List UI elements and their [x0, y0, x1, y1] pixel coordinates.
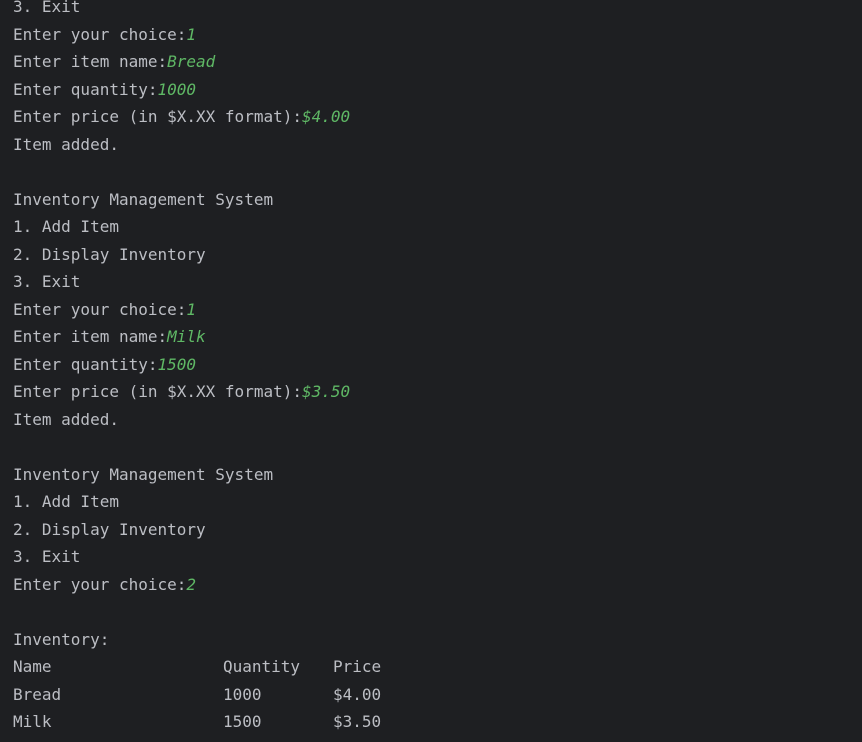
- quantity-prompt: Enter quantity:: [13, 354, 158, 374]
- run-console[interactable]: 3. Exit Enter your choice:1 Enter item n…: [0, 0, 862, 742]
- user-input: 2: [186, 574, 197, 594]
- choice-line: Enter your choice:1: [13, 296, 381, 324]
- choice-prompt: Enter your choice:: [13, 24, 187, 44]
- choice-prompt: Enter your choice:: [13, 299, 187, 319]
- user-input: $4.00: [301, 107, 351, 126]
- result-line: Item added.: [13, 134, 119, 154]
- row-name: Milk: [13, 712, 52, 731]
- user-input: Bread: [167, 52, 216, 71]
- menu-add-line: 1. Add Item: [13, 217, 119, 236]
- menu-exit-line: 3. Exit: [13, 272, 81, 291]
- menu-exit-line: 3. Exit: [13, 547, 81, 566]
- menu-exit-line: 3. Exit: [13, 0, 81, 16]
- row-price: $3.50: [333, 712, 382, 731]
- price-prompt: Enter price (in $X.XX format):: [13, 107, 302, 126]
- row-quantity: 1500: [223, 712, 262, 731]
- choice-line: Enter your choice:2: [13, 571, 381, 599]
- inventory-title: Inventory:: [13, 629, 110, 649]
- quantity-line: Enter quantity:1500: [13, 351, 381, 379]
- row-name: Bread: [13, 684, 62, 704]
- header-quantity: Quantity: [223, 657, 301, 676]
- user-input: 1: [186, 24, 197, 44]
- choice-line: Enter your choice:1: [13, 21, 381, 49]
- inventory-row: Milk 1500 $3.50: [13, 708, 381, 736]
- quantity-line: Enter quantity:1000: [13, 76, 381, 104]
- user-input: 1500: [157, 354, 197, 374]
- user-input: $3.50: [301, 382, 351, 401]
- user-input: Milk: [167, 327, 206, 346]
- item-name-prompt: Enter item name:: [13, 327, 168, 346]
- price-prompt: Enter price (in $X.XX format):: [13, 382, 302, 401]
- inventory-header: Name Quantity Price: [13, 653, 381, 681]
- menu-title-line: Inventory Management System: [13, 464, 274, 484]
- user-input: 1000: [157, 79, 197, 99]
- menu-display-line: 2. Display Inventory: [13, 519, 206, 539]
- item-name-line: Enter item name:Bread: [13, 48, 381, 76]
- inventory-row: Bread 1000 $4.00: [13, 681, 381, 709]
- header-price: Price: [333, 657, 382, 676]
- row-quantity: 1000: [223, 684, 262, 704]
- choice-prompt: Enter your choice:: [13, 574, 187, 594]
- user-input: 1: [186, 299, 197, 319]
- item-name-prompt: Enter item name:: [13, 52, 168, 71]
- menu-display-line: 2. Display Inventory: [13, 244, 206, 264]
- quantity-prompt: Enter quantity:: [13, 79, 158, 99]
- price-line: Enter price (in $X.XX format):$3.50: [13, 378, 381, 406]
- menu-title-line: Inventory Management System: [13, 189, 274, 209]
- menu-add-line: 1. Add Item: [13, 492, 119, 511]
- console-output: 3. Exit Enter your choice:1 Enter item n…: [13, 0, 381, 736]
- item-name-line: Enter item name:Milk: [13, 323, 381, 351]
- header-name: Name: [13, 657, 52, 676]
- price-line: Enter price (in $X.XX format):$4.00: [13, 103, 381, 131]
- result-line: Item added.: [13, 409, 119, 429]
- row-price: $4.00: [333, 684, 382, 704]
